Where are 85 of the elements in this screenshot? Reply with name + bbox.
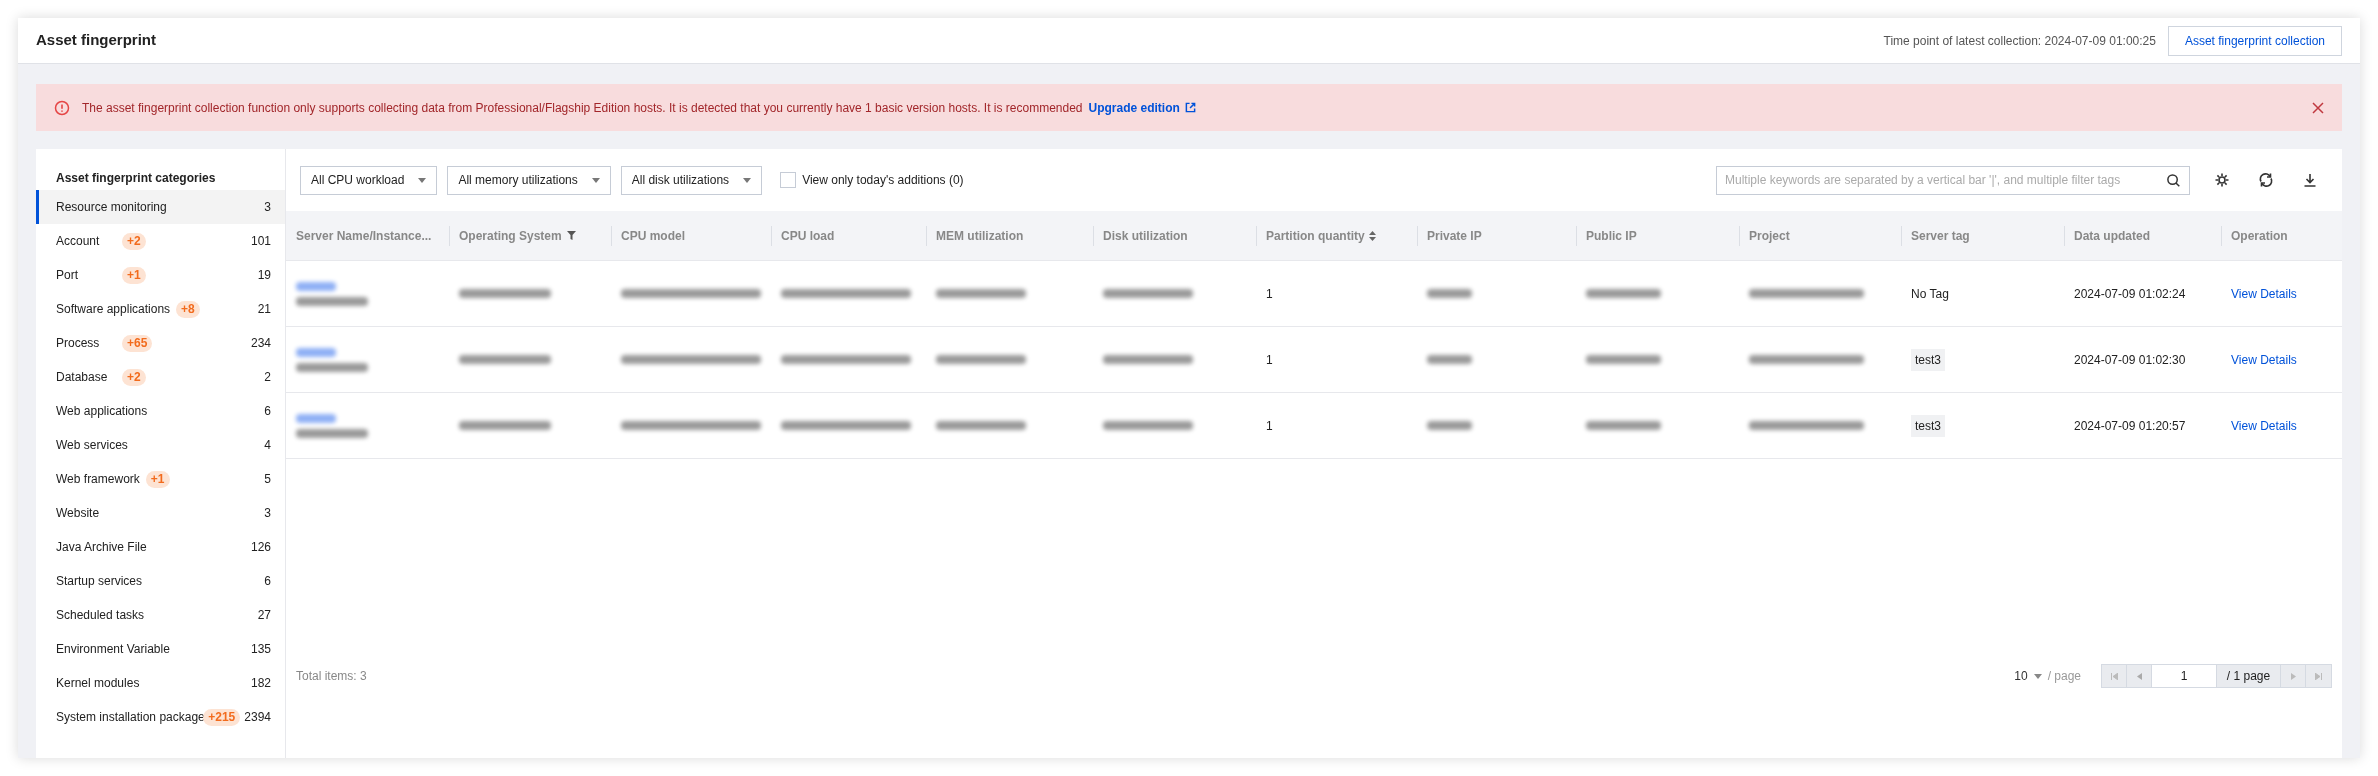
filter-icon[interactable]: [566, 231, 576, 240]
category-item[interactable]: Software applications +8 21: [36, 292, 285, 326]
sidebar-title: Asset fingerprint categories: [55, 170, 217, 187]
search-icon: [2166, 172, 2181, 188]
new-count-badge: +8: [176, 300, 200, 318]
category-item[interactable]: Database +2 2: [36, 360, 285, 394]
category-item[interactable]: Java Archive File 126: [36, 530, 285, 564]
table-cell-text: 1: [1266, 285, 1273, 303]
filter-dropdown[interactable]: All CPU workload: [300, 165, 438, 195]
category-item[interactable]: Kernel modules 182: [36, 666, 285, 700]
filter-dropdown[interactable]: All memory utilizations: [447, 165, 611, 195]
category-item[interactable]: Resource monitoring 3: [36, 190, 285, 224]
blurred-text: [296, 428, 368, 438]
column-header: Operating System: [459, 227, 562, 245]
settings-icon[interactable]: [2214, 172, 2230, 188]
column-header: Server Name/Instance...: [296, 227, 432, 245]
page-size-unit: / page: [2047, 668, 2081, 685]
table-cell-text: 2024-07-09 01:20:57: [2074, 417, 2186, 435]
column-header: CPU model: [621, 227, 685, 245]
last-collection-time: Time point of latest collection: 2024-07-09 01:00:25: [1883, 32, 2156, 50]
table-cell-text: 2024-07-09 01:02:24: [2074, 285, 2186, 303]
page-size-select[interactable]: 10: [2014, 667, 2042, 685]
caret-icon: [418, 177, 427, 183]
filter-dropdown[interactable]: All disk utilizations: [620, 165, 763, 195]
table-cell-text: 1: [1266, 417, 1273, 435]
caret-icon: [743, 177, 752, 183]
column-header: Server tag: [1911, 227, 1970, 245]
blurred-text: [1427, 355, 1472, 364]
upgrade-link[interactable]: Upgrade edition: [1088, 98, 1180, 117]
search-field[interactable]: Multiple keywords are separated by a vertical bar '|', and multiple filter tags: [1716, 165, 2190, 195]
column-header: Private IP: [1427, 227, 1482, 245]
server-tag: test3: [1911, 414, 1945, 437]
column-header: MEM utilization: [936, 227, 1024, 245]
new-count-badge: +2: [122, 368, 146, 386]
collection-button[interactable]: Asset fingerprint collection: [2167, 25, 2342, 56]
category-item[interactable]: Account +2 101: [36, 224, 285, 258]
table-cell-text: 2024-07-09 01:02:30: [2074, 351, 2186, 369]
page-title: Asset fingerprint: [36, 30, 156, 51]
caret-icon: [591, 177, 600, 183]
column-header: Data updated: [2074, 227, 2150, 245]
table-cell-text: 1: [1266, 351, 1273, 369]
view-details-link[interactable]: View Details: [2231, 284, 2297, 303]
alert-message: The asset fingerprint collection function only supports collecting data from Professional/Flagship Edition hosts. It is detected that you currently have 1 basic version hosts. It is recommended: [82, 99, 1083, 117]
blurred-text: [296, 362, 368, 372]
checkbox[interactable]: [780, 172, 797, 188]
column-header: Disk utilization: [1103, 227, 1188, 245]
new-count-badge: +65: [122, 334, 153, 352]
table-cell-text: No Tag: [1911, 285, 1949, 303]
blurred-text: [296, 347, 336, 357]
category-item[interactable]: Web applications 6: [36, 394, 285, 428]
new-count-badge: +2: [122, 232, 146, 250]
total-items: Total items: 3: [296, 668, 367, 685]
category-item[interactable]: Web services 4: [36, 428, 285, 462]
new-count-badge: +215: [203, 708, 241, 726]
column-header: Project: [1749, 227, 1790, 245]
download-icon[interactable]: [2302, 172, 2318, 188]
column-header: Partition quantity: [1266, 227, 1365, 245]
category-item[interactable]: Scheduled tasks 27: [36, 598, 285, 632]
close-icon[interactable]: [2312, 101, 2324, 114]
category-item[interactable]: Website 3: [36, 496, 285, 530]
sort-icon[interactable]: [1368, 230, 1376, 241]
blurred-text: [1427, 421, 1472, 430]
blurred-text: [296, 413, 336, 423]
column-header: Public IP: [1586, 227, 1637, 245]
blurred-text: [1427, 289, 1472, 298]
category-item[interactable]: Process +65 234: [36, 326, 285, 360]
category-item[interactable]: Startup services 6: [36, 564, 285, 598]
external-link-icon: [1184, 102, 1196, 113]
column-header: CPU load: [781, 227, 835, 245]
category-item[interactable]: Web framework +1 5: [36, 462, 285, 496]
blurred-text: [296, 281, 336, 291]
view-details-link[interactable]: View Details: [2231, 416, 2297, 435]
category-item[interactable]: System installation package +215 2394: [36, 700, 285, 734]
caret-icon: [2033, 673, 2042, 679]
category-item[interactable]: Port +1 19: [36, 258, 285, 292]
new-count-badge: +1: [145, 470, 170, 488]
category-item[interactable]: Environment Variable 135: [36, 632, 285, 666]
blurred-text: [296, 296, 368, 306]
refresh-icon[interactable]: [2258, 172, 2274, 188]
checkbox-label: View only today's additions (0): [802, 172, 964, 189]
alert-icon: [54, 99, 70, 116]
new-count-badge: +1: [122, 266, 146, 284]
column-header: Operation: [2231, 227, 2288, 245]
view-details-link[interactable]: View Details: [2231, 350, 2297, 369]
server-tag: test3: [1911, 348, 1945, 371]
